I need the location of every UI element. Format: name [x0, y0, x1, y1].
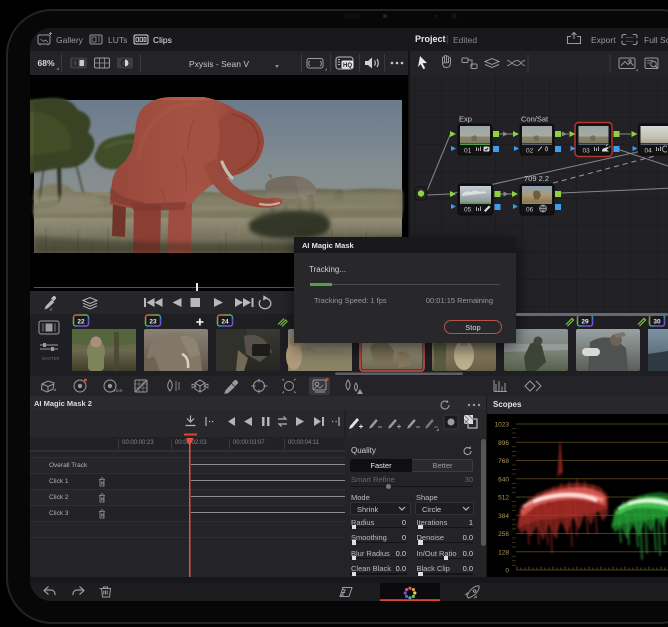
- svg-text:256: 256: [498, 531, 509, 538]
- svg-text:384: 384: [498, 513, 509, 520]
- svg-text:HQ: HQ: [343, 63, 352, 69]
- svg-text:709 2.2: 709 2.2: [524, 174, 549, 183]
- svg-text:30: 30: [653, 318, 661, 325]
- svg-text:Click 2: Click 2: [49, 494, 69, 501]
- svg-text:05: 05: [464, 207, 472, 214]
- svg-text:Overall Track: Overall Track: [49, 462, 88, 469]
- svg-text:MASTER: MASTER: [42, 356, 59, 361]
- svg-text:0: 0: [505, 568, 509, 575]
- svg-text:29: 29: [581, 318, 589, 325]
- svg-text:HDR: HDR: [114, 388, 123, 393]
- svg-text:128: 128: [498, 549, 509, 556]
- svg-text:24: 24: [221, 318, 229, 325]
- svg-text:Exp: Exp: [459, 115, 472, 124]
- svg-text:02: 02: [526, 148, 534, 155]
- svg-text:512: 512: [498, 495, 509, 502]
- svg-text:Con/Sat: Con/Sat: [521, 115, 549, 124]
- svg-text:23: 23: [149, 318, 157, 325]
- svg-text:22: 22: [77, 318, 85, 325]
- svg-text:1023: 1023: [495, 422, 510, 429]
- svg-text:04: 04: [645, 148, 653, 155]
- svg-text:640: 640: [498, 476, 509, 483]
- svg-text:03: 03: [583, 148, 591, 155]
- svg-text:Click 1: Click 1: [49, 478, 69, 485]
- svg-text:01: 01: [464, 148, 472, 155]
- svg-text:Click 3: Click 3: [49, 510, 69, 517]
- svg-text:768: 768: [498, 458, 509, 465]
- svg-text:06: 06: [526, 207, 534, 214]
- svg-text:896: 896: [498, 440, 509, 447]
